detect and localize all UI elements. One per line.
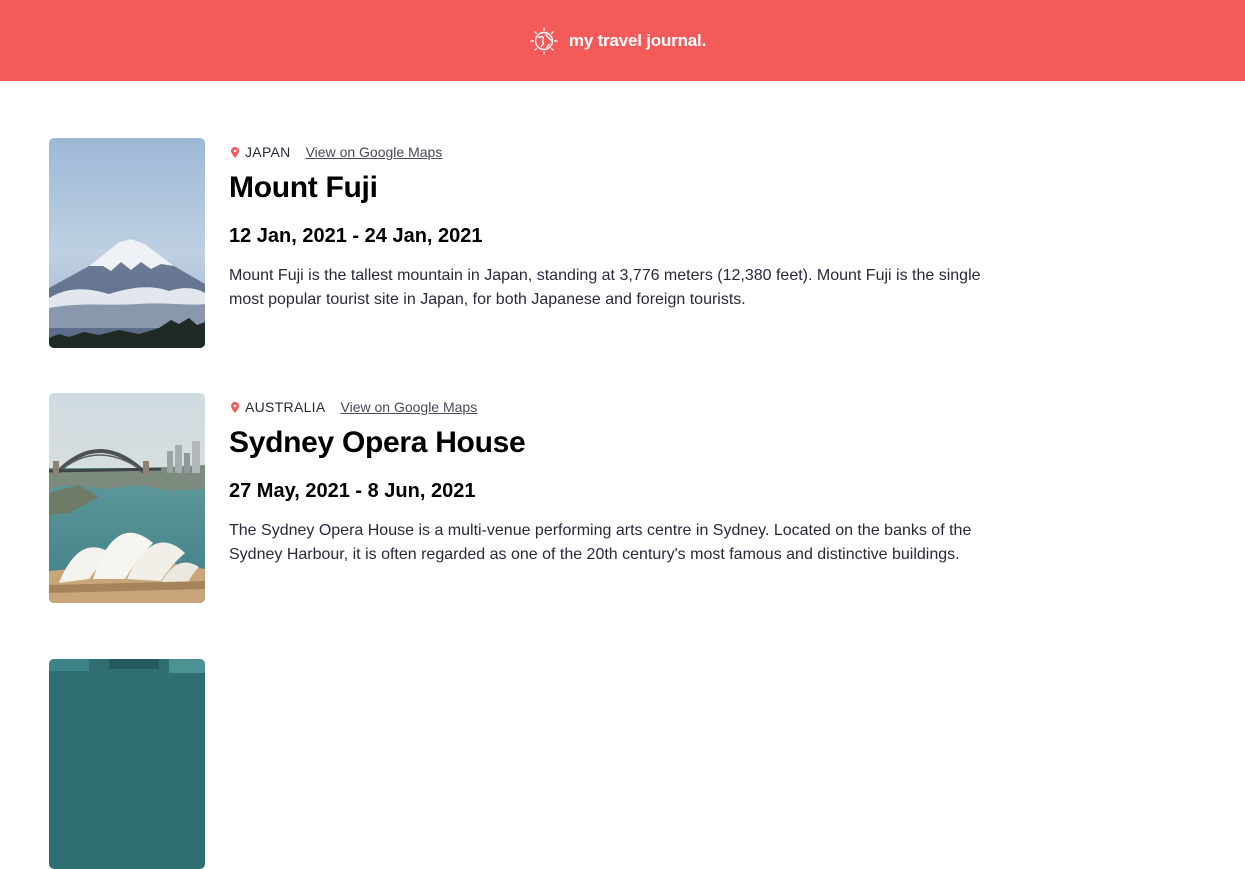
- location-pin-icon: [231, 146, 239, 158]
- entry-country: AUSTRALIA: [245, 399, 326, 415]
- entry-dates: 27 May, 2021 - 8 Jun, 2021: [229, 480, 476, 502]
- entry-photo: [49, 659, 205, 869]
- google-maps-link[interactable]: View on Google Maps: [341, 399, 478, 415]
- entry-description: Mount Fuji is the tallest mountain in Ja…: [229, 267, 981, 308]
- entry-title: Mount Fuji: [229, 171, 378, 204]
- location-pin-icon: [231, 401, 239, 413]
- entry-photo-mount-fuji: [49, 138, 205, 348]
- entry-country: JAPAN: [245, 144, 291, 160]
- globe-icon: [530, 26, 558, 55]
- entry-title: Sydney Opera House: [229, 426, 526, 459]
- entry-dates: 12 Jan, 2021 - 24 Jan, 2021: [229, 225, 483, 247]
- google-maps-link[interactable]: View on Google Maps: [306, 144, 443, 160]
- entry-photo-sydney-opera-house: [49, 393, 205, 603]
- site-header: my travel journal.: [0, 0, 1245, 81]
- brand[interactable]: my travel journal.: [529, 26, 706, 56]
- entry-description: The Sydney Opera House is a multi-venue …: [229, 522, 972, 563]
- site-title: my travel journal.: [568, 30, 707, 50]
